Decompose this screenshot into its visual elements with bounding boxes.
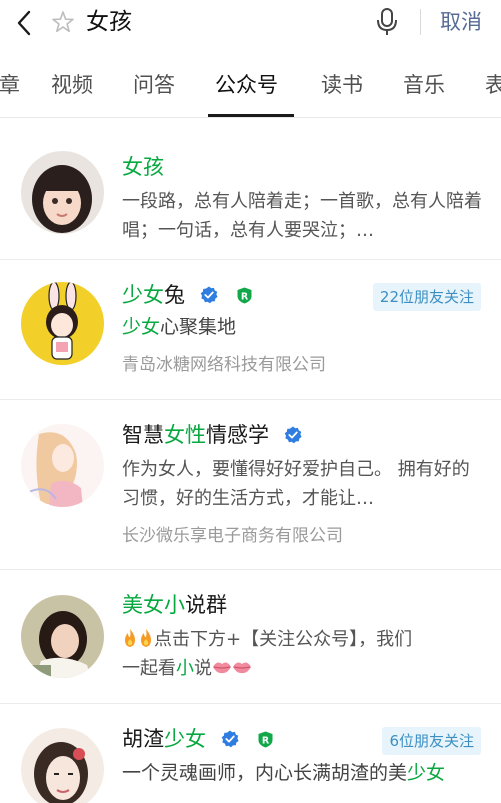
account-description: 点击下方+【关注公众号】，我们 一起看小说 xyxy=(122,629,413,679)
active-tab-indicator xyxy=(208,114,294,117)
account-description: 一段路，总有人陪着走；一首歌，总有人陪着唱；一句话，总有人要哭泣；… xyxy=(122,191,482,241)
search-bar: 女孩 取消 xyxy=(0,0,501,52)
account-description: 少女心聚集地 xyxy=(122,316,237,338)
tab-music[interactable]: 音乐 xyxy=(403,71,445,99)
account-name: 智慧女性情感学 xyxy=(122,420,302,450)
avatar xyxy=(21,282,104,365)
friends-following-badge: 6位朋友关注 xyxy=(382,727,481,755)
list-item[interactable]: 智慧女性情感学 作为女人，要懂得好好爱护自己。 拥有好的习惯，好的生活方式，才能… xyxy=(0,400,501,570)
fire-icon xyxy=(141,629,151,647)
verified-icon xyxy=(221,730,239,748)
search-input[interactable]: 女孩 xyxy=(86,6,132,38)
svg-text:R: R xyxy=(241,291,249,302)
divider xyxy=(420,9,421,35)
fire-icon xyxy=(125,629,135,647)
verified-icon xyxy=(284,426,302,444)
cancel-button[interactable]: 取消 xyxy=(440,6,482,38)
tab-emoji[interactable]: 表 xyxy=(485,71,501,99)
lips-icon xyxy=(233,662,251,674)
chevron-left-icon xyxy=(17,10,31,36)
list-item[interactable]: 女孩 一段路，总有人陪着走；一首歌，总有人陪着唱；一句话，总有人要哭泣；… xyxy=(0,126,501,260)
avatar xyxy=(21,151,104,234)
svg-text:R: R xyxy=(262,735,270,746)
avatar xyxy=(21,595,104,678)
account-name: 胡渣少女 R xyxy=(122,724,274,754)
tab-books[interactable]: 读书 xyxy=(321,71,363,99)
company-name: 长沙微乐享电子商务有限公司 xyxy=(122,526,343,546)
account-description: 作为女人，要懂得好好爱护自己。 拥有好的习惯，好的生活方式，才能让… xyxy=(122,459,470,509)
list-item[interactable]: 少女兔 R 22位朋友关注 少女心聚集地 青岛冰糖网络科技有限公司 xyxy=(0,260,501,400)
star-icon xyxy=(50,9,76,35)
account-name: 美女小说群 xyxy=(122,593,227,617)
list-item[interactable]: 美女小说群 点击下方+【关注公众号】，我们 一起看小说 xyxy=(0,570,501,704)
registered-trademark-icon: R xyxy=(258,731,273,748)
account-name: 少女兔 R xyxy=(122,280,253,310)
list-item[interactable]: 胡渣少女 R 6位朋友关注 一个灵魂画师，内心长满胡渣的美少女 xyxy=(0,704,501,803)
account-name: 女孩 xyxy=(122,155,164,179)
friends-following-badge: 22位朋友关注 xyxy=(372,283,481,311)
account-description: 一个灵魂画师，内心长满胡渣的美少女 xyxy=(122,762,446,784)
company-name: 青岛冰糖网络科技有限公司 xyxy=(122,355,326,375)
tab-official-accounts[interactable]: 公众号 xyxy=(215,71,278,99)
microphone-icon xyxy=(377,8,397,35)
registered-trademark-icon: R xyxy=(237,287,252,304)
back-button[interactable] xyxy=(10,8,40,38)
tab-video[interactable]: 视频 xyxy=(51,71,93,99)
verified-icon xyxy=(200,286,218,304)
avatar xyxy=(21,728,104,803)
lips-icon xyxy=(213,662,231,674)
avatar xyxy=(21,424,104,507)
voice-search-button[interactable] xyxy=(372,6,402,38)
tab-qa[interactable]: 问答 xyxy=(133,71,175,99)
tab-article[interactable]: 章 xyxy=(0,71,20,99)
category-tabs: 章 视频 问答 公众号 读书 音乐 表 xyxy=(0,56,501,118)
